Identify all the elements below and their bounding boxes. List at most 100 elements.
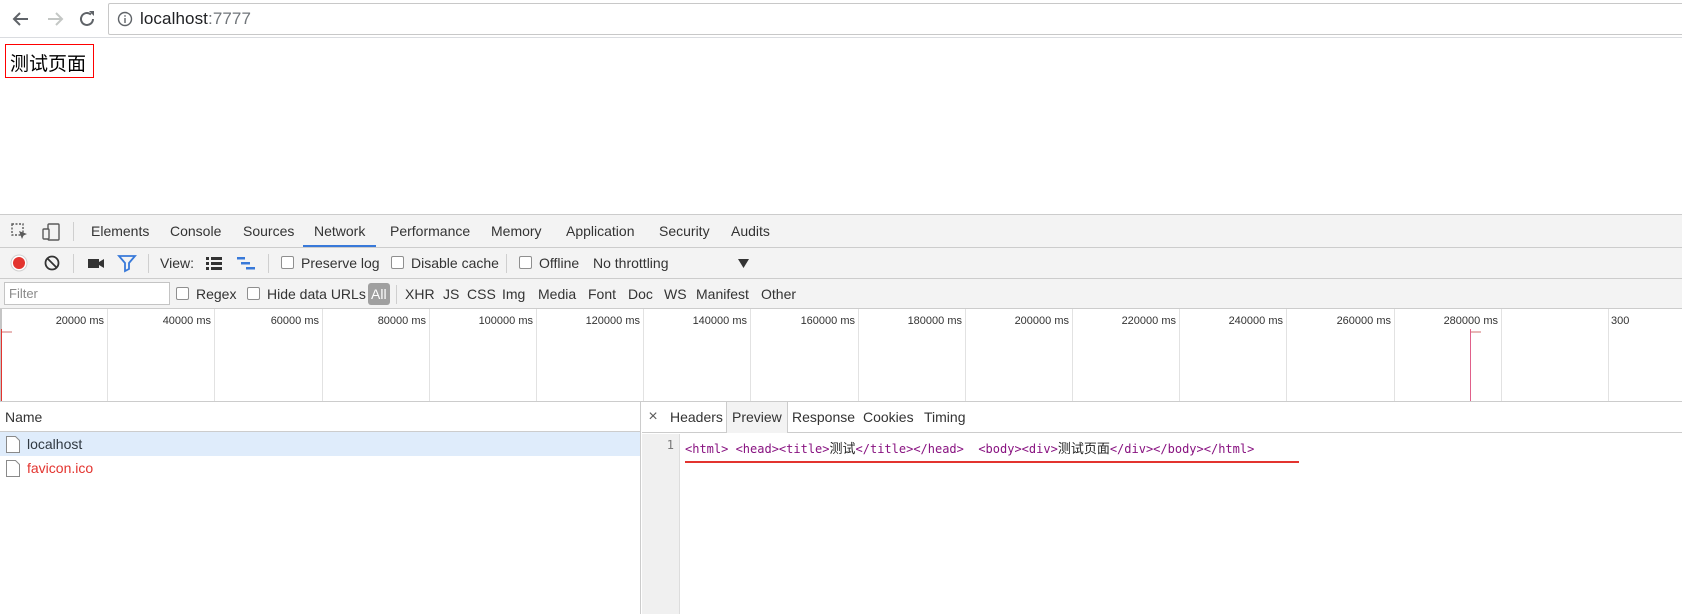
timeline-gridline (107, 309, 108, 401)
url-text: localhost:7777 (140, 9, 251, 29)
tab-console[interactable]: Console (170, 215, 221, 247)
filter-type-js[interactable]: JS (443, 279, 459, 309)
waterfall-icon[interactable] (236, 253, 256, 273)
checkbox-box[interactable] (281, 256, 294, 269)
toolbar-divider (148, 254, 149, 273)
info-icon[interactable] (117, 11, 133, 27)
tab-elements[interactable]: Elements (91, 215, 149, 247)
toolbar-divider (506, 254, 507, 273)
inspect-element-icon[interactable] (10, 222, 30, 242)
tab-preview[interactable]: Preview (726, 402, 788, 433)
tab-headers[interactable]: Headers (670, 402, 723, 433)
reload-button[interactable] (74, 6, 100, 32)
filter-type-img[interactable]: Img (502, 279, 525, 309)
tab-response[interactable]: Response (792, 402, 855, 433)
timeline-tick-label: 200000 ms (1014, 315, 1069, 327)
toolbar-divider (73, 222, 74, 241)
request-row[interactable]: favicon.ico (0, 456, 640, 480)
timeline-gridline (965, 309, 966, 401)
reload-icon (80, 11, 94, 26)
dropdown-arrow-icon[interactable] (738, 259, 749, 268)
timeline-overview[interactable]: 20000 ms 40000 ms 60000 ms 80000 ms 100000 m… (0, 309, 1682, 402)
tab-memory[interactable]: Memory (491, 215, 542, 247)
highlight-underline (685, 461, 1299, 463)
timeline-tick-label: 120000 ms (585, 315, 640, 327)
tab-timing[interactable]: Timing (924, 402, 966, 433)
detail-tab-bar: × Headers Preview Response Cookies Timin… (642, 402, 1682, 433)
regex-label: Regex (196, 286, 237, 302)
filter-type-manifest[interactable]: Manifest (696, 279, 749, 309)
code-line[interactable]: <html> <head><title>测试</title></head> <b… (685, 438, 1254, 457)
timeline-tick-label: 300 (1611, 315, 1630, 327)
disable-cache-checkbox[interactable]: Disable cache (391, 248, 499, 278)
code-tag: </title></head> <body><div> (855, 442, 1058, 456)
requests-table: Name localhost favicon.ico (0, 402, 641, 614)
timeline-tick-label: 140000 ms (692, 315, 747, 327)
tab-security[interactable]: Security (659, 215, 710, 247)
filter-type-ws[interactable]: WS (664, 279, 687, 309)
request-detail-panel: × Headers Preview Response Cookies Timin… (642, 402, 1682, 614)
timeline-tick-label: 240000 ms (1228, 315, 1283, 327)
timeline-gridline (429, 309, 430, 401)
tab-sources[interactable]: Sources (243, 215, 294, 247)
timeline-gridline (1501, 309, 1502, 401)
filter-type-media[interactable]: Media (538, 279, 576, 309)
timeline-tick-label: 80000 ms (377, 315, 426, 327)
tab-network[interactable]: Network (303, 215, 377, 247)
clear-icon[interactable] (42, 253, 62, 273)
arrow-right-icon (48, 12, 64, 26)
close-detail-button[interactable]: × (646, 408, 660, 426)
hide-data-urls-checkbox[interactable]: Hide data URLs (247, 279, 366, 309)
line-number-gutter: 1 (642, 434, 680, 614)
preserve-log-checkbox[interactable]: Preserve log (281, 248, 380, 278)
preserve-log-label: Preserve log (301, 255, 380, 271)
tab-performance[interactable]: Performance (390, 215, 470, 247)
filter-type-xhr[interactable]: XHR (405, 279, 435, 309)
timeline-gridline (1394, 309, 1395, 401)
timeline-tick-label: 40000 ms (162, 315, 211, 327)
large-rows-icon[interactable] (204, 253, 224, 273)
regex-checkbox[interactable]: Regex (176, 279, 236, 309)
timeline-tick-label: 280000 ms (1443, 315, 1498, 327)
filter-bar: Regex Hide data URLs All XHR JS CSS Img … (0, 279, 1682, 309)
back-button[interactable] (8, 6, 34, 32)
tab-cookies[interactable]: Cookies (863, 402, 914, 433)
column-header-name[interactable]: Name (0, 402, 640, 432)
checkbox-box[interactable] (176, 287, 189, 300)
dom-event-marker (1470, 329, 1471, 401)
offline-checkbox[interactable]: Offline (519, 248, 579, 278)
network-toolbar: View: Preserve log Disable cache Offline… (0, 248, 1682, 279)
url-host: localhost (140, 9, 208, 28)
offline-label: Offline (539, 255, 580, 271)
load-event-marker (1, 329, 2, 401)
filter-icon[interactable] (117, 253, 137, 273)
filter-type-css[interactable]: CSS (467, 279, 496, 309)
checkbox-box[interactable] (519, 256, 532, 269)
tab-audits[interactable]: Audits (731, 215, 770, 247)
screenshot-camera-icon[interactable] (86, 253, 106, 273)
url-port: :7777 (208, 9, 252, 28)
checkbox-box[interactable] (247, 287, 260, 300)
view-label: View: (160, 255, 194, 271)
record-icon[interactable] (9, 253, 29, 273)
checkbox-box[interactable] (391, 256, 404, 269)
devtools-panel: Elements Console Sources Network Perform… (0, 214, 1682, 614)
code-text: 测试 (829, 442, 856, 457)
hide-data-urls-label: Hide data URLs (267, 286, 366, 302)
filter-input[interactable] (4, 282, 170, 305)
filter-type-all[interactable]: All (368, 283, 390, 305)
forward-button[interactable] (42, 6, 68, 32)
throttling-select[interactable]: No throttling (593, 248, 668, 278)
tab-application[interactable]: Application (566, 215, 635, 247)
timeline-gridline (858, 309, 859, 401)
request-row[interactable]: localhost (0, 432, 640, 456)
timeline-tick-label: 20000 ms (55, 315, 104, 327)
device-toolbar-icon[interactable] (41, 222, 61, 242)
code-tag: <html> <head><title> (685, 442, 830, 456)
toolbar-divider (268, 254, 269, 273)
filter-type-other[interactable]: Other (761, 279, 796, 309)
timeline-gridline (750, 309, 751, 401)
address-bar[interactable]: localhost:7777 (108, 3, 1682, 35)
filter-type-font[interactable]: Font (588, 279, 616, 309)
filter-type-doc[interactable]: Doc (628, 279, 653, 309)
